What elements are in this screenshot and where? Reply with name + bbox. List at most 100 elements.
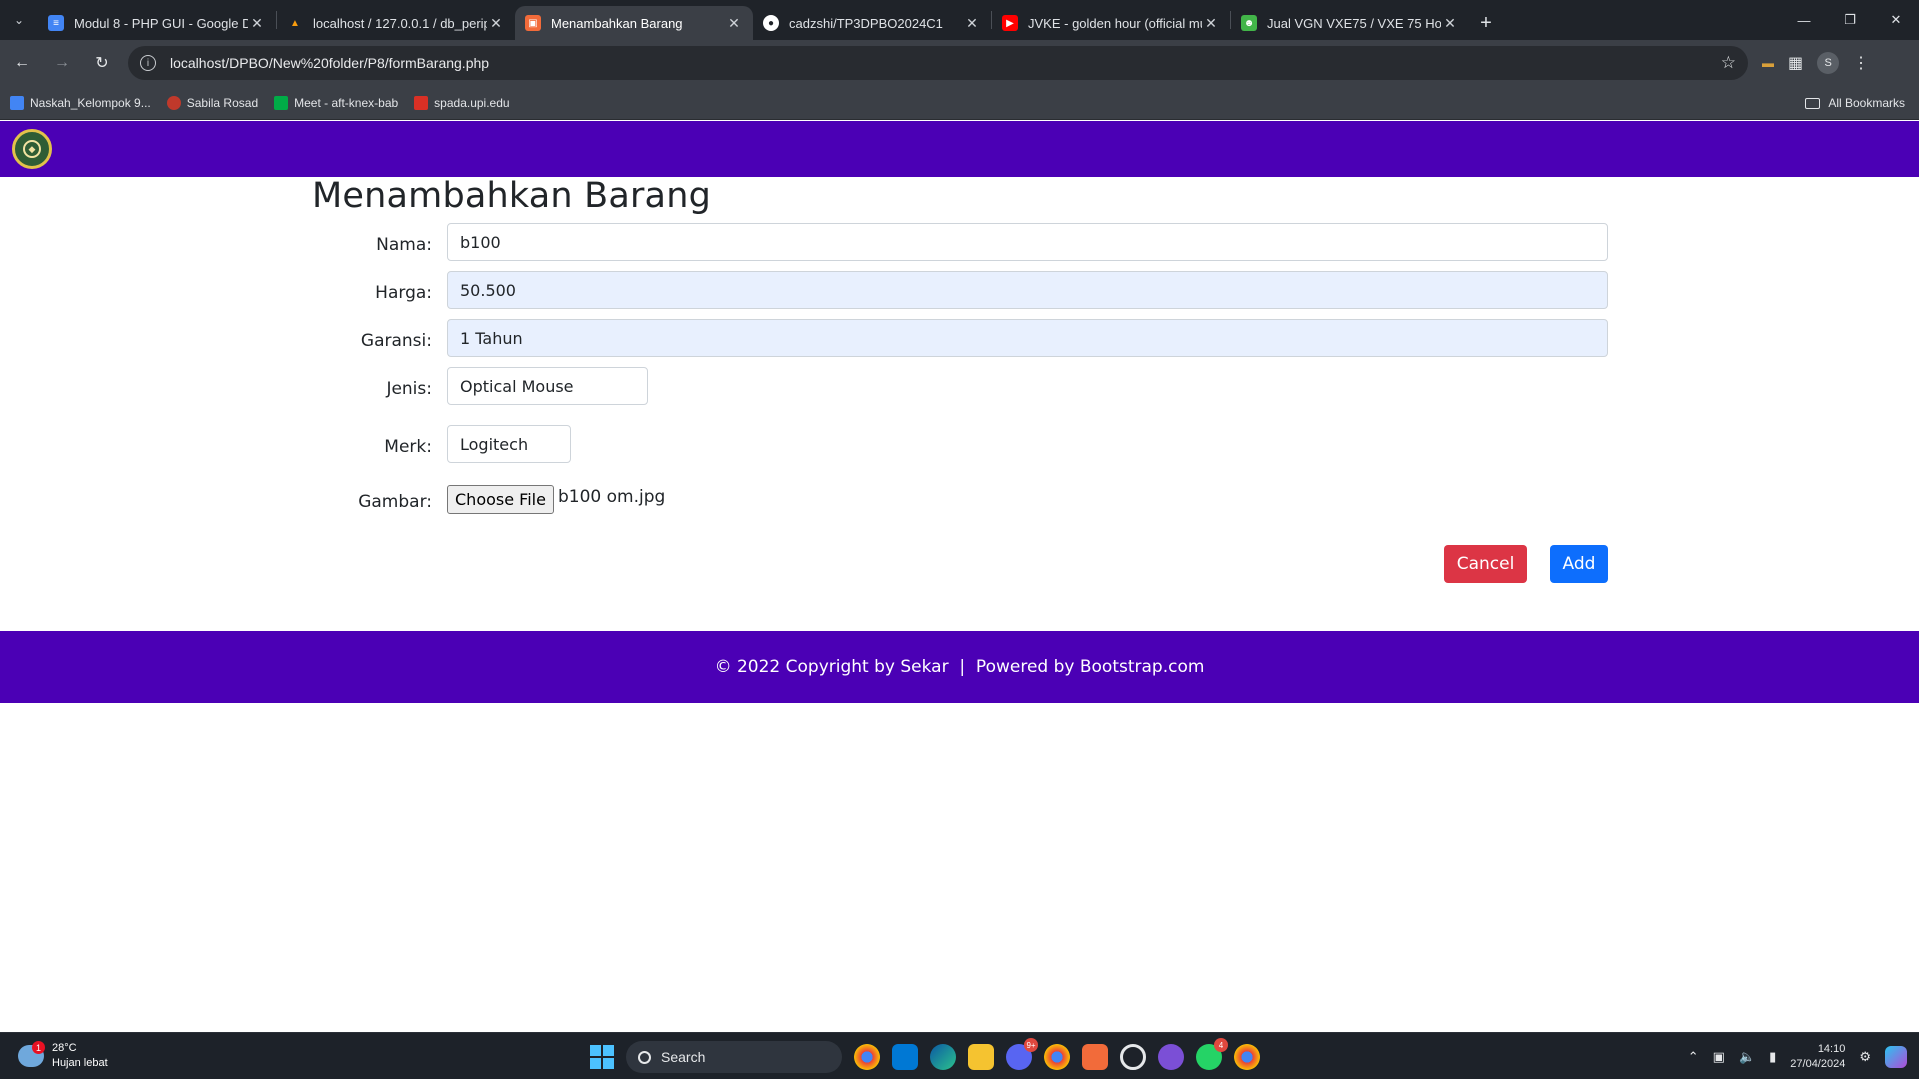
battery-icon[interactable]: ▮ bbox=[1769, 1049, 1776, 1065]
bookmarks-bar: Naskah_Kelompok 9... Sabila Rosad Meet -… bbox=[0, 86, 1919, 120]
minimize-icon[interactable]: — bbox=[1781, 0, 1827, 40]
harga-input[interactable]: 50.500 bbox=[447, 271, 1608, 309]
site-info-icon[interactable]: i bbox=[140, 55, 156, 71]
close-window-icon[interactable]: ✕ bbox=[1873, 0, 1919, 40]
weather-widget[interactable]: 1 28°C Hujan lebat bbox=[18, 1041, 108, 1071]
weather-temperature: 28°C bbox=[52, 1042, 77, 1054]
tab-modul8[interactable]: ≡ Modul 8 - PHP GUI - Google D ✕ bbox=[38, 6, 276, 40]
bookmark-item[interactable]: Sabila Rosad bbox=[166, 95, 258, 110]
garansi-input[interactable]: 1 Tahun bbox=[447, 319, 1608, 357]
taskbar-search[interactable]: Search bbox=[626, 1041, 842, 1073]
more-menu-icon[interactable]: ⋮ bbox=[1853, 53, 1869, 73]
network-icon[interactable]: ▣ bbox=[1713, 1049, 1725, 1065]
back-arrow-icon[interactable]: ← bbox=[4, 45, 40, 81]
tab-title: Menambahkan Barang bbox=[551, 15, 683, 31]
xampp-taskbar-icon[interactable] bbox=[1082, 1044, 1108, 1070]
extensions-puzzle-icon[interactable]: ▦ bbox=[1788, 53, 1803, 73]
new-tab-plus-icon[interactable]: + bbox=[1469, 6, 1503, 40]
address-bar[interactable]: i localhost/DPBO/New%20folder/P8/formBar… bbox=[128, 46, 1748, 80]
phpmyadmin-icon: ▲ bbox=[290, 17, 300, 29]
merk-label: Merk: bbox=[384, 437, 432, 457]
google-meet-icon bbox=[274, 95, 289, 110]
restore-icon[interactable]: ❐ bbox=[1827, 0, 1873, 40]
tab-menambahkan-barang[interactable]: ▣ Menambahkan Barang ✕ bbox=[515, 6, 753, 40]
github-desktop-icon[interactable] bbox=[1158, 1044, 1184, 1070]
close-icon[interactable]: ✕ bbox=[1441, 15, 1459, 32]
close-icon[interactable]: ✕ bbox=[1202, 15, 1220, 32]
discord-badge: 9+ bbox=[1024, 1038, 1038, 1052]
nama-label: Nama: bbox=[376, 235, 432, 255]
tab-youtube[interactable]: ▶ JVKE - golden hour (official mu ✕ bbox=[992, 6, 1230, 40]
close-icon[interactable]: ✕ bbox=[487, 15, 505, 32]
add-button[interactable]: Add bbox=[1550, 545, 1608, 583]
youtube-icon: ▶ bbox=[1002, 15, 1018, 31]
file-explorer-icon[interactable] bbox=[968, 1044, 994, 1070]
site-footer: © 2022 Copyright by Sekar | Powered by B… bbox=[0, 631, 1919, 703]
volume-icon[interactable]: 🔈 bbox=[1739, 1049, 1755, 1065]
site-navbar: ◆ bbox=[0, 121, 1919, 177]
university-logo[interactable]: ◆ bbox=[12, 129, 52, 169]
merk-input[interactable]: Logitech bbox=[447, 425, 571, 463]
vscode-icon[interactable] bbox=[892, 1044, 918, 1070]
tab-github[interactable]: ● cadzshi/TP3DPBO2024C1 ✕ bbox=[753, 6, 991, 40]
bookmark-item[interactable]: spada.upi.edu bbox=[414, 95, 510, 110]
chrome-alt-icon[interactable] bbox=[1234, 1044, 1260, 1070]
taskbar-apps: Search 9+ 4 bbox=[590, 1038, 1260, 1075]
edge-icon[interactable] bbox=[930, 1044, 956, 1070]
tab-title: JVKE - golden hour (official mu bbox=[1028, 15, 1202, 31]
tab-title: Jual VGN VXE75 / VXE 75 Hotsw bbox=[1267, 15, 1441, 31]
profile-avatar[interactable]: S bbox=[1817, 52, 1840, 74]
browser-toolbar: ← → ↻ i localhost/DPBO/New%20folder/P8/f… bbox=[0, 40, 1919, 86]
whatsapp-badge: 4 bbox=[1214, 1038, 1228, 1052]
bookmark-item[interactable]: Naskah_Kelompok 9... bbox=[10, 95, 151, 110]
footer-text: © 2022 Copyright by Sekar | Powered by B… bbox=[714, 657, 1205, 677]
xampp-icon: ▣ bbox=[525, 15, 541, 31]
tab-phpmyadmin[interactable]: ▲ localhost / 127.0.0.1 / db_perip ✕ bbox=[277, 6, 515, 40]
bookmark-star-icon[interactable]: ☆ bbox=[1721, 53, 1736, 73]
clock-date: 27/04/2024 bbox=[1790, 1058, 1846, 1070]
jenis-label: Jenis: bbox=[386, 379, 432, 399]
weather-description: Hujan lebat bbox=[52, 1057, 108, 1069]
copilot-icon[interactable] bbox=[1885, 1046, 1907, 1068]
garansi-label: Garansi: bbox=[360, 331, 432, 351]
notification-bell-icon[interactable]: ⚙ bbox=[1859, 1049, 1871, 1065]
bookmark-item[interactable]: Meet - aft-knex-bab bbox=[274, 95, 398, 110]
url-text[interactable]: localhost/DPBO/New%20folder/P8/formBaran… bbox=[170, 55, 1721, 71]
chrome-icon[interactable] bbox=[854, 1044, 880, 1070]
bookmark-label: spada.upi.edu bbox=[434, 95, 510, 110]
jenis-input[interactable]: Optical Mouse bbox=[447, 367, 648, 405]
search-placeholder: Search bbox=[661, 1049, 706, 1065]
show-hidden-icons-chevron-icon[interactable]: ⌃ bbox=[1688, 1049, 1699, 1065]
whatsapp-icon[interactable]: 4 bbox=[1196, 1038, 1228, 1070]
choose-file-button[interactable]: Choose File bbox=[447, 485, 554, 514]
clock[interactable]: 14:10 27/04/2024 bbox=[1790, 1042, 1845, 1072]
tab-title: Modul 8 - PHP GUI - Google D bbox=[74, 15, 248, 31]
close-icon[interactable]: ✕ bbox=[725, 15, 743, 32]
close-icon[interactable]: ✕ bbox=[963, 15, 981, 32]
tab-tokopedia[interactable]: ☻ Jual VGN VXE75 / VXE 75 Hotsw ✕ bbox=[1231, 6, 1469, 40]
clock-time: 14:10 bbox=[1817, 1043, 1846, 1055]
page-title: Menambahkan Barang bbox=[312, 176, 712, 216]
tab-search-chevron-icon[interactable]: ⌄ bbox=[0, 0, 38, 40]
all-bookmarks[interactable]: All Bookmarks bbox=[1805, 86, 1905, 120]
selected-file-name: b100 om.jpg bbox=[558, 487, 666, 507]
tokopedia-icon: ☻ bbox=[1241, 15, 1257, 31]
forward-arrow-icon[interactable]: → bbox=[44, 45, 80, 81]
cancel-button[interactable]: Cancel bbox=[1444, 545, 1527, 583]
obs-icon[interactable] bbox=[1120, 1044, 1146, 1070]
all-bookmarks-label: All Bookmarks bbox=[1828, 96, 1905, 110]
google-docs-icon bbox=[10, 95, 24, 110]
windows-start-icon[interactable] bbox=[590, 1045, 614, 1069]
system-tray: ⌃ ▣ 🔈 ▮ 14:10 27/04/2024 ⚙ bbox=[1688, 1039, 1907, 1075]
tab-title: cadzshi/TP3DPBO2024C1 bbox=[789, 15, 943, 31]
extension-icon[interactable]: ▬ bbox=[1762, 56, 1774, 70]
spada-icon bbox=[414, 95, 429, 110]
chrome-profile-icon[interactable] bbox=[1044, 1044, 1070, 1070]
logo-emblem-icon: ◆ bbox=[23, 140, 41, 158]
harga-label: Harga: bbox=[375, 283, 432, 303]
reload-icon[interactable]: ↻ bbox=[84, 45, 120, 81]
windows-taskbar: 1 28°C Hujan lebat Search 9+ 4 ⌃ ▣ 🔈 ▮ 1… bbox=[0, 1032, 1919, 1079]
close-icon[interactable]: ✕ bbox=[248, 15, 266, 32]
discord-icon[interactable]: 9+ bbox=[1006, 1038, 1038, 1070]
nama-input[interactable]: b100 bbox=[447, 223, 1608, 261]
